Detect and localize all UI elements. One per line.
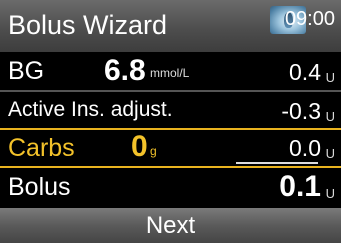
clock-time: 09:00 [284,8,335,30]
carbs-underline [236,162,318,164]
active-insulin-label: Active Ins. adjust. [8,98,173,121]
header-bar: Bolus Wizard 09:00 [0,0,341,52]
carbs-input[interactable]: 0 [131,130,148,164]
bg-label: BG [8,57,45,85]
carbs-label: Carbs [8,134,75,162]
bg-value-unit: mmol/L [150,66,190,80]
bolus-row: Bolus 0.1 U [0,168,341,206]
bg-correction-unit: U [325,70,335,85]
carbs-row[interactable]: Carbs 0 g 0.0 U [0,128,341,168]
page-title: Bolus Wizard [8,10,168,40]
bg-correction-amount: 0.4 [289,59,321,85]
bolus-wizard-screen: Bolus Wizard 09:00 BG 6.8 mmol/L 0.4 U A… [0,0,341,243]
carbs-value-unit: g [150,144,157,158]
bg-value: 6.8 [104,54,146,87]
bolus-amount: 0.1 [279,170,321,203]
bg-row: BG 6.8 mmol/L 0.4 U [0,52,341,90]
next-button[interactable]: Next [0,208,341,243]
active-insulin-row: Active Ins. adjust. -0.3 U [0,92,341,128]
next-button-label: Next [145,212,196,239]
active-insulin-unit: U [325,109,335,124]
carbs-amount: 0.0 [289,135,321,161]
bolus-unit: U [325,186,335,201]
active-insulin-amount: -0.3 [281,98,321,124]
carbs-unit: U [325,146,335,161]
bolus-label: Bolus [8,173,71,201]
